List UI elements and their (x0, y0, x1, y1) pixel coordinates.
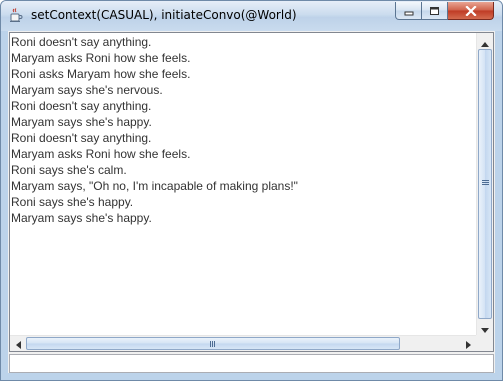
output-line: Roni doesn't say anything. (11, 131, 152, 145)
vertical-scroll-thumb[interactable] (478, 49, 492, 319)
grip-line (482, 182, 489, 183)
horizontal-scroll-thumb[interactable] (26, 337, 400, 350)
output-line: Maryam says, "Oh no, I'm incapable of ma… (11, 179, 298, 193)
grip-line (212, 341, 213, 347)
maximize-icon (429, 1, 440, 20)
grip-line (214, 341, 215, 347)
scrollbar-corner (476, 335, 493, 351)
output-line: Maryam asks Roni how she feels. (11, 51, 191, 65)
grip-icon (482, 180, 489, 181)
output-lines: Roni doesn't say anything. Maryam asks R… (11, 34, 298, 226)
output-line: Roni doesn't say anything. (11, 99, 152, 113)
minimize-icon (404, 1, 414, 20)
scroll-up-button[interactable] (477, 33, 493, 49)
window-title: setContext(CASUAL), initiateConvo(@World… (31, 8, 297, 22)
output-text-area[interactable]: Roni doesn't say anything. Maryam asks R… (10, 33, 476, 335)
vertical-scrollbar[interactable] (476, 33, 493, 335)
app-window: setContext(CASUAL), initiateConvo(@World… (0, 0, 503, 381)
output-line: Roni asks Maryam how she feels. (11, 67, 191, 81)
command-input[interactable] (9, 354, 494, 373)
arrow-down-icon (481, 318, 489, 337)
output-scroll-pane: Roni doesn't say anything. Maryam asks R… (9, 32, 494, 352)
horizontal-scrollbar[interactable] (10, 335, 476, 351)
arrow-up-icon (481, 32, 489, 51)
output-line: Roni says she's calm. (11, 163, 127, 177)
output-line: Maryam asks Roni how she feels. (11, 147, 191, 161)
output-line: Roni doesn't say anything. (11, 35, 152, 49)
scroll-down-button[interactable] (477, 319, 493, 335)
close-icon (464, 1, 477, 20)
grip-icon (210, 341, 211, 347)
java-cup-icon[interactable] (8, 7, 24, 23)
scroll-left-button[interactable] (10, 336, 26, 351)
output-line: Roni says she's happy. (11, 195, 134, 209)
output-line: Maryam says she's happy. (11, 211, 152, 225)
minimize-button[interactable] (395, 2, 422, 20)
title-bar[interactable]: setContext(CASUAL), initiateConvo(@World… (1, 1, 502, 31)
content-pane: Roni doesn't say anything. Maryam asks R… (8, 31, 495, 373)
maximize-button[interactable] (422, 2, 448, 20)
output-line: Maryam says she's happy. (11, 115, 152, 129)
scroll-right-button[interactable] (460, 336, 476, 351)
arrow-right-icon (465, 334, 471, 353)
arrow-left-icon (15, 334, 21, 353)
output-line: Maryam says she's nervous. (11, 83, 163, 97)
grip-line (482, 184, 489, 185)
close-button[interactable] (448, 2, 494, 20)
